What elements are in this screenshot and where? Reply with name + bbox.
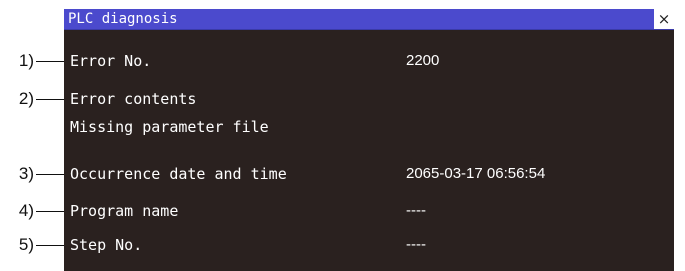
step-no-label: Step No. bbox=[70, 236, 143, 254]
callout-3-number: 3) bbox=[18, 164, 34, 183]
step-no-row: Step No. ---- bbox=[64, 235, 674, 255]
error-no-label: Error No. bbox=[70, 52, 152, 70]
callout-4-number: 4) bbox=[18, 201, 34, 220]
occurrence-row: Occurrence date and time 2065-03-17 06:5… bbox=[64, 164, 674, 184]
callout-5: 5) bbox=[0, 235, 68, 255]
callout-3: 3) bbox=[0, 164, 68, 184]
error-no-value: 2200 bbox=[406, 52, 440, 69]
occurrence-label: Occurrence date and time bbox=[70, 165, 287, 183]
callout-2: 2) bbox=[0, 89, 68, 109]
error-no-row: Error No. 2200 bbox=[64, 51, 674, 71]
program-name-label: Program name bbox=[70, 202, 179, 220]
callout-1: 1) bbox=[0, 51, 68, 71]
callout-5-number: 5) bbox=[18, 235, 34, 254]
callout-1-number: 1) bbox=[18, 51, 34, 70]
error-contents-row: Error contents bbox=[64, 89, 674, 109]
program-name-value: ---- bbox=[406, 202, 426, 219]
step-no-value: ---- bbox=[406, 236, 426, 253]
error-contents-label: Error contents bbox=[70, 90, 197, 108]
window-title: PLC diagnosis bbox=[68, 11, 178, 27]
close-icon[interactable]: × bbox=[654, 9, 674, 29]
occurrence-value: 2065-03-17 06:56:54 bbox=[406, 165, 546, 182]
error-contents-detail: Missing parameter file bbox=[70, 118, 269, 136]
callout-2-number: 2) bbox=[18, 89, 34, 108]
plc-diagnosis-window: PLC diagnosis × Error No. 2200 Error con… bbox=[64, 9, 674, 271]
window-titlebar: PLC diagnosis × bbox=[64, 9, 674, 30]
program-name-row: Program name ---- bbox=[64, 201, 674, 221]
callout-4: 4) bbox=[0, 201, 68, 221]
